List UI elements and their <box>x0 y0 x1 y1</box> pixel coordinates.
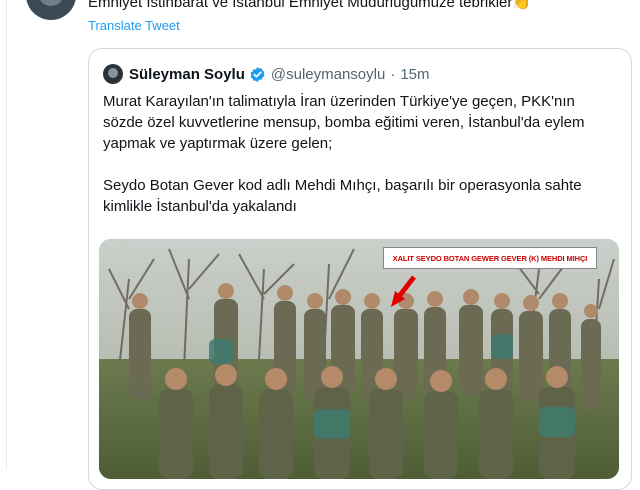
translate-tweet-link[interactable]: Translate Tweet <box>88 18 180 33</box>
quoted-tweet-photo[interactable]: XALIT SEYDO BOTAN GEWER GEVER (K) MEHDI … <box>99 239 619 479</box>
quoted-tweet-time[interactable]: 15m <box>400 66 429 83</box>
quoted-tweet-card[interactable]: Süleyman Soylu @suleymansoylu · 15m Mura… <box>88 48 632 490</box>
quoted-author-name[interactable]: Süleyman Soylu <box>129 66 245 83</box>
group-photo-illustration <box>99 239 619 479</box>
photo-caption-label: XALIT SEYDO BOTAN GEWER GEVER (K) MEHDI … <box>383 247 597 269</box>
quoted-tweet-text: Murat Karayılan'ın talimatıyla İran üzer… <box>103 93 585 215</box>
quoted-author-avatar[interactable] <box>103 64 123 84</box>
tweet-text: Emniyet İstihbarat ve İstanbul Emniyet M… <box>88 0 532 11</box>
timeline-divider <box>6 0 7 470</box>
verified-badge-icon <box>249 66 266 83</box>
tweet-author-avatar[interactable] <box>26 0 76 20</box>
quoted-author-handle[interactable]: @suleymansoylu <box>271 66 385 83</box>
quoted-tweet-header: Süleyman Soylu @suleymansoylu · 15m <box>103 63 430 85</box>
meta-separator: · <box>390 65 396 83</box>
